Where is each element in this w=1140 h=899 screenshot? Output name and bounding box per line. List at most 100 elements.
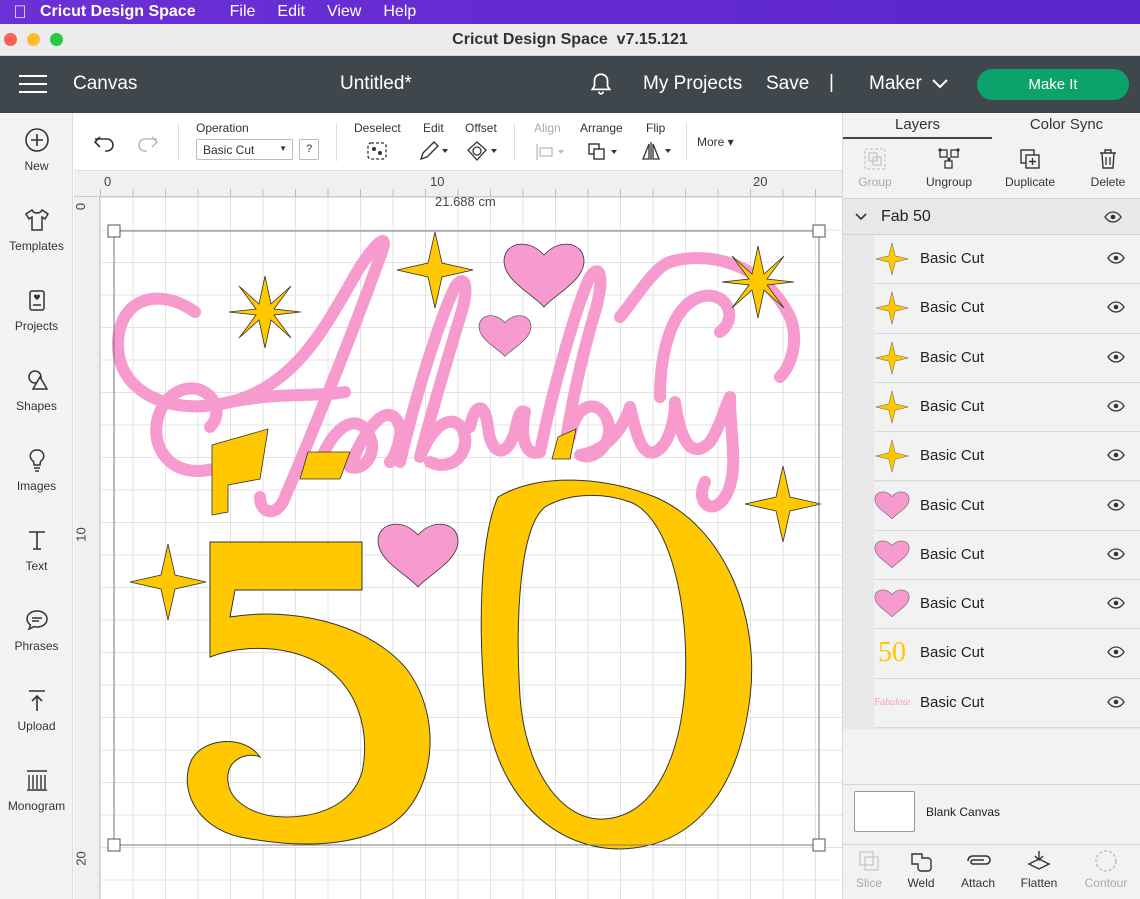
menu-file[interactable]: File <box>230 3 256 21</box>
app-menu[interactable]: Cricut Design Space <box>40 3 196 21</box>
star-shape[interactable] <box>228 275 302 349</box>
layer-row[interactable]: Basic Cut <box>874 382 1140 433</box>
eye-icon[interactable] <box>1107 597 1125 609</box>
sidebar-item-upload[interactable]: Upload <box>0 687 73 733</box>
layer-row[interactable]: Basic Cut <box>874 530 1140 581</box>
eye-icon[interactable] <box>1107 696 1125 708</box>
eye-icon[interactable] <box>1107 449 1125 461</box>
menu-help[interactable]: Help <box>383 3 416 21</box>
hamburger-menu-icon[interactable] <box>19 75 47 95</box>
pencil-edit-icon[interactable] <box>418 140 452 162</box>
sidebar-item-templates[interactable]: Templates <box>0 207 73 253</box>
selection-handle-bottom-left[interactable] <box>107 838 121 852</box>
chevron-down-icon[interactable] <box>854 212 868 222</box>
tab-color-sync[interactable]: Color Sync <box>992 113 1140 139</box>
header-section-title: Canvas <box>73 73 138 94</box>
star-shape[interactable] <box>129 543 207 621</box>
tab-layers[interactable]: Layers <box>843 113 992 139</box>
text-icon <box>28 531 45 550</box>
duplicate-button[interactable]: Duplicate <box>1000 147 1060 189</box>
design-artwork[interactable] <box>100 197 842 899</box>
layer-row[interactable]: Basic Cut <box>874 432 1140 482</box>
plus-circle-icon <box>24 128 49 152</box>
menu-view[interactable]: View <box>327 3 361 21</box>
heart-thumbnail-icon <box>874 540 910 569</box>
heart-shape[interactable] <box>377 523 459 588</box>
align-icon[interactable] <box>534 142 568 162</box>
contour-icon <box>1095 850 1117 872</box>
layer-row[interactable]: Basic Cut <box>874 284 1140 334</box>
sidebar-item-shapes[interactable]: Shapes <box>0 367 73 413</box>
chevron-down-icon[interactable] <box>931 76 949 90</box>
offset-icon[interactable] <box>465 140 501 162</box>
eye-icon[interactable] <box>1107 646 1125 659</box>
redo-icon[interactable] <box>136 133 160 153</box>
deselect-icon[interactable] <box>366 141 388 161</box>
layer-row[interactable]: 50 Basic Cut <box>874 629 1140 679</box>
flip-icon[interactable] <box>640 140 676 162</box>
upload-icon <box>28 690 45 711</box>
operation-select[interactable]: Basic Cut <box>196 139 293 160</box>
selection-handle-top-left[interactable] <box>107 224 121 238</box>
sidebar-item-monogram[interactable]: Monogram <box>0 767 73 813</box>
edit-toolbar: Operation Basic Cut ? Deselect Edit Offs… <box>74 113 842 171</box>
delete-label: Delete <box>1090 175 1126 189</box>
eye-icon[interactable] <box>1107 252 1125 264</box>
minimize-window-button[interactable] <box>27 33 40 46</box>
flip-label: Flip <box>646 121 666 135</box>
eye-icon[interactable] <box>1107 350 1125 363</box>
machine-selector[interactable]: Maker <box>869 73 922 95</box>
menu-edit[interactable]: Edit <box>277 3 305 21</box>
layer-actions-bar: Group Ungroup Duplicate Delete <box>843 139 1140 199</box>
eye-icon[interactable] <box>1107 301 1125 313</box>
attach-button[interactable]: Attach <box>958 849 998 890</box>
sidebar-item-phrases[interactable]: Phrases <box>0 607 73 653</box>
close-window-button[interactable] <box>4 33 17 46</box>
layer-row[interactable]: Basic Cut <box>874 580 1140 630</box>
sidebar-item-new[interactable]: New <box>0 127 73 173</box>
layer-name: Basic Cut <box>920 299 985 317</box>
sidebar-item-images[interactable]: Images <box>0 447 73 493</box>
eye-icon[interactable] <box>1104 211 1122 223</box>
flatten-button[interactable]: Flatten <box>1017 849 1061 890</box>
heart-shape[interactable] <box>503 243 585 308</box>
ungroup-button[interactable]: Ungroup <box>921 147 977 189</box>
undo-icon[interactable] <box>92 133 116 153</box>
heart-shape[interactable] <box>478 315 532 357</box>
star-shape[interactable] <box>721 245 795 319</box>
my-projects-link[interactable]: My Projects <box>643 73 742 95</box>
eye-icon[interactable] <box>1107 548 1125 560</box>
apple-icon[interactable]:  <box>0 2 40 23</box>
operation-help-button[interactable]: ? <box>299 139 319 160</box>
number-fifty-shape[interactable] <box>186 479 753 850</box>
layer-group-row[interactable]: Fab 50 <box>843 199 1140 235</box>
save-button[interactable]: Save <box>766 73 809 95</box>
layer-row[interactable]: Fabulous Basic Cut <box>874 678 1140 728</box>
document-title[interactable]: Untitled* <box>340 73 412 95</box>
make-it-button[interactable]: Make It <box>977 69 1129 100</box>
selection-handle-bottom-right[interactable] <box>812 838 826 852</box>
layers-panel: Layers Color Sync Group Ungroup Duplicat… <box>842 113 1140 899</box>
slice-button[interactable]: Slice <box>853 849 885 890</box>
layer-row[interactable]: Basic Cut <box>874 235 1140 285</box>
arrange-icon[interactable] <box>586 141 622 163</box>
eye-icon[interactable] <box>1107 498 1125 511</box>
blank-canvas-row[interactable]: Blank Canvas <box>843 784 1140 844</box>
star-shape[interactable] <box>744 465 822 543</box>
contour-button[interactable]: Contour <box>1081 849 1131 890</box>
selection-handle-top-right[interactable] <box>812 224 826 238</box>
delete-button[interactable]: Delete <box>1086 147 1130 189</box>
more-menu[interactable]: More ▾ <box>697 135 734 149</box>
blank-canvas-swatch[interactable] <box>854 791 915 832</box>
notification-bell-icon[interactable] <box>588 71 614 97</box>
operation-label: Operation <box>196 121 249 135</box>
layer-row[interactable]: Basic Cut <box>874 481 1140 531</box>
weld-button[interactable]: Weld <box>903 849 939 890</box>
sidebar-item-text[interactable]: Text <box>0 527 73 573</box>
sidebar-item-projects[interactable]: Projects <box>0 287 73 333</box>
design-canvas[interactable]: 21.688 cm <box>100 197 842 899</box>
eye-icon[interactable] <box>1107 400 1125 412</box>
group-button[interactable]: Group <box>855 147 895 189</box>
layer-row[interactable]: Basic Cut <box>874 333 1140 383</box>
maximize-window-button[interactable] <box>50 33 63 46</box>
